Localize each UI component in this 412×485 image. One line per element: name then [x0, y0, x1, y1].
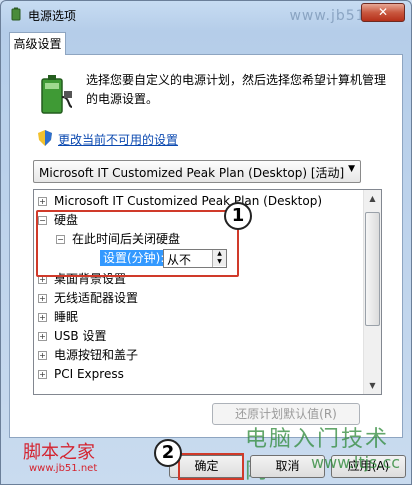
expand-icon[interactable]: + [38, 294, 47, 303]
settings-tree: + Microsoft IT Customized Peak Plan (Desk… [33, 189, 382, 395]
tree-item-label: Microsoft IT Customized Peak Plan (Deskt… [54, 194, 323, 208]
tree-item-label: 电源按钮和盖子 [54, 348, 139, 362]
collapse-icon[interactable]: − [56, 235, 65, 244]
callout-2: 2 [154, 439, 182, 467]
spin-buttons: ▲ ▼ [212, 250, 226, 267]
tree-item-power-buttons[interactable]: + 电源按钮和盖子 [38, 346, 138, 364]
power-options-icon [11, 7, 21, 21]
tree-item-label: 桌面背景设置 [54, 272, 127, 286]
tree-item-wireless-adapter[interactable]: + 无线适配器设置 [38, 289, 138, 307]
tree-item-usb-settings[interactable]: + USB 设置 [38, 327, 106, 345]
chevron-down-icon: ▼ [348, 164, 355, 174]
tree-item-setting-minutes[interactable]: 设置(分钟): 从不 ▲ ▼ [34, 249, 364, 268]
watermark-left: 脚本之家 [23, 442, 95, 463]
spin-down-icon[interactable]: ▼ [213, 258, 226, 266]
window-title: 电源选项 [28, 9, 77, 23]
expand-icon[interactable]: + [38, 275, 47, 284]
expand-icon[interactable]: + [38, 313, 47, 322]
spin-up-icon[interactable]: ▲ [213, 250, 226, 258]
power-plan-selected: Microsoft IT Customized Peak Plan (Deskt… [39, 166, 345, 180]
tree-item-label: 无线适配器设置 [54, 291, 139, 305]
tree-item-label: 睡眠 [54, 310, 79, 324]
setting-minutes-label: 设置(分钟): [100, 250, 168, 266]
tree-item-pci-express[interactable]: + PCI Express [38, 365, 124, 383]
uac-shield-icon [38, 130, 52, 146]
description-text: 选择您要自定义的电源计划，然后选择您希望计算机管理的电源设置。 [86, 73, 387, 106]
scroll-up-icon[interactable]: ▲ [364, 190, 381, 207]
expand-icon[interactable]: + [38, 197, 47, 206]
power-plan-select[interactable]: Microsoft IT Customized Peak Plan (Deskt… [33, 160, 361, 183]
watermark-left-url: www.jb51.net [29, 463, 98, 474]
tree-item-label: PCI Express [54, 367, 124, 381]
callout-1: 1 [224, 202, 252, 230]
expand-icon[interactable]: + [38, 370, 47, 379]
close-button[interactable]: ✕ [361, 3, 405, 22]
battery-plug-icon [41, 75, 73, 114]
tree-item-label: USB 设置 [54, 329, 107, 343]
expand-icon[interactable]: + [38, 332, 47, 341]
power-options-window: 电源选项 www.jb51.net ✕ 高级设置 选择您要自定义的电源计划，然后… [0, 0, 412, 485]
collapse-icon[interactable]: − [38, 216, 47, 225]
tree-scrollbar[interactable]: ▲ ▼ [363, 190, 381, 394]
watermark-right-url: www.ltjs.cc [311, 453, 401, 472]
change-unavailable-settings-link[interactable]: 更改当前不可用的设置 [58, 131, 178, 148]
tree-item-desktop-background[interactable]: + 桌面背景设置 [38, 270, 126, 288]
tree-item-sleep[interactable]: + 睡眠 [38, 308, 78, 326]
title-bar: 电源选项 www.jb51.net ✕ [1, 1, 411, 29]
tree-item-label: 硬盘 [54, 213, 79, 227]
tree-item-hard-disk[interactable]: − 硬盘 [38, 211, 78, 229]
setting-minutes-value: 从不 [167, 253, 192, 267]
expand-icon[interactable]: + [38, 351, 47, 360]
tree-item-turn-off-disk[interactable]: − 在此时间后关闭硬盘 [56, 230, 180, 248]
setting-minutes-spinbox[interactable]: 从不 ▲ ▼ [163, 249, 227, 268]
tree-item-label: 在此时间后关闭硬盘 [72, 232, 181, 246]
tab-advanced-settings[interactable]: 高级设置 [9, 32, 66, 55]
tree-item-plan[interactable]: + Microsoft IT Customized Peak Plan (Desk… [38, 192, 322, 210]
scroll-thumb[interactable] [365, 212, 380, 326]
advanced-settings-panel: 选择您要自定义的电源计划，然后选择您希望计算机管理的电源设置。 更改当前不可用的… [9, 54, 403, 438]
scroll-down-icon[interactable]: ▼ [364, 377, 381, 394]
